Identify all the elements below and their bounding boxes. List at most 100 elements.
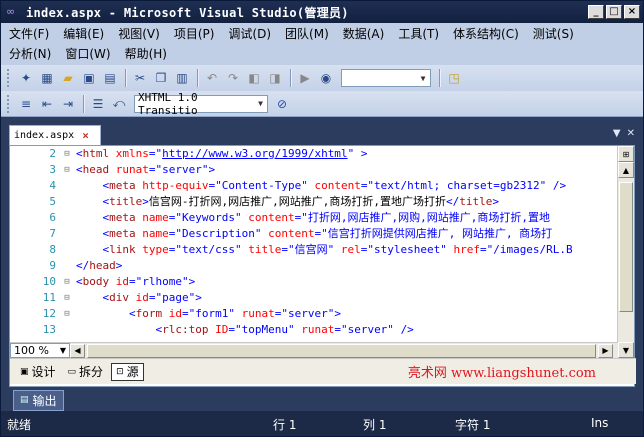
design-view-button[interactable]: ▣ 设计 (16, 363, 60, 381)
code-line[interactable]: 7 <meta name="Description" content="信宫打折… (10, 226, 618, 242)
save-all-icon[interactable]: ▤ (100, 68, 120, 88)
uncomment-icon[interactable]: ⤺ (109, 94, 129, 114)
horizontal-scroll-area: 100 % ▼ ◀ ▶ (10, 342, 618, 358)
code-line[interactable]: 9 </head> (10, 258, 618, 274)
menu-row-1: 文件(F) 编辑(E) 视图(V) 项目(P) 调试(D) 团队(M) 数据(A… (1, 23, 643, 43)
code-line[interactable]: 4 <meta http-equiv="Content-Type" conten… (10, 178, 618, 194)
start-debugging-icon[interactable]: ▶ (295, 68, 315, 88)
menu-view[interactable]: 视图(V) (118, 25, 160, 42)
code-text[interactable]: <meta name="Keywords" content="打折网,网店推广,… (72, 210, 550, 226)
code-text[interactable]: <meta http-equiv="Content-Type" content=… (72, 178, 567, 194)
fold-gutter (62, 242, 72, 258)
vertical-scrollbar[interactable]: ⊞ ▲ ▼ (617, 146, 634, 358)
menu-project[interactable]: 项目(P) (174, 25, 215, 42)
toolbar-grip[interactable] (7, 94, 11, 113)
code-text[interactable]: <html xmlns="http://www.w3.org/1999/xhtm… (72, 146, 367, 162)
code-line[interactable]: 12 ⊟ <form id="form1" runat="server"> (10, 306, 618, 322)
menu-architecture[interactable]: 体系结构(C) (453, 25, 519, 42)
line-number: 13 (42, 323, 56, 336)
paste-icon[interactable]: ▥ (172, 68, 192, 88)
source-view-button[interactable]: ⊡ 源 (111, 362, 144, 381)
scroll-down-icon[interactable]: ▼ (618, 342, 634, 358)
indent-icon[interactable]: ⇥ (58, 94, 78, 114)
scroll-up-icon[interactable]: ▲ (618, 162, 634, 178)
code-text[interactable]: <body id="rlhome"> (72, 274, 195, 290)
code-line[interactable]: 5 <title>信宫网-打折网,网店推广,网站推广,商场打折,置地广场打折</… (10, 194, 618, 210)
scroll-right-icon[interactable]: ▶ (598, 343, 613, 358)
fold-gutter (62, 226, 72, 242)
code-text[interactable]: <form id="form1" runat="server"> (72, 306, 341, 322)
tab-close-icon[interactable]: × (82, 129, 89, 142)
output-tab[interactable]: ▤ 输出 (13, 389, 64, 411)
collapse-icon[interactable]: ⊟ (62, 306, 72, 322)
code-text[interactable]: <title>信宫网-打折网,网店推广,网站推广,商场打折,置地广场打折</ti… (72, 194, 500, 210)
redo-icon[interactable]: ↷ (223, 68, 243, 88)
open-file-icon[interactable]: ▰ (58, 68, 78, 88)
code-line[interactable]: 6 <meta name="Keywords" content="打折网,网店推… (10, 210, 618, 226)
code-text[interactable]: </head> (72, 258, 122, 274)
code-line[interactable]: 3 ⊟ <head runat="server"> (10, 162, 618, 178)
close-button[interactable]: × (624, 5, 640, 19)
toolbar-separator (439, 69, 440, 87)
zoom-dropdown[interactable]: 100 % ▼ (10, 343, 70, 358)
cut-icon[interactable]: ✂ (130, 68, 150, 88)
copy-icon[interactable]: ❐ (151, 68, 171, 88)
find-in-files-icon[interactable]: ◳ (444, 68, 464, 88)
doctype-dropdown[interactable]: XHTML 1.0 Transitio ▼ (134, 91, 268, 117)
add-item-icon[interactable]: ▦ (37, 68, 57, 88)
menu-edit[interactable]: 编辑(E) (63, 25, 104, 42)
menu-debug[interactable]: 调试(D) (228, 25, 271, 42)
menu-data[interactable]: 数据(A) (343, 25, 385, 42)
new-project-icon[interactable]: ✦ (16, 68, 36, 88)
split-view-button[interactable]: ▭ 拆分 (64, 363, 108, 381)
navigate-backward-icon[interactable]: ◧ (244, 68, 264, 88)
fold-gutter (62, 322, 72, 338)
menu-window[interactable]: 窗口(W) (65, 45, 110, 62)
vertical-scroll-thumb[interactable] (619, 182, 633, 312)
menu-team[interactable]: 团队(M) (285, 25, 329, 42)
code-line[interactable]: 8 <link type="text/css" title="信宫网" rel=… (10, 242, 618, 258)
toolbar-grip[interactable] (7, 69, 11, 87)
minimize-button[interactable]: _ (588, 5, 604, 19)
code-line[interactable]: 10 ⊟ <body id="rlhome"> (10, 274, 618, 290)
menu-analyze[interactable]: 分析(N) (9, 45, 51, 62)
code-line[interactable]: 2 ⊟ <html xmlns="http://www.w3.org/1999/xh… (10, 146, 618, 162)
code-lines[interactable]: 2 ⊟ <html xmlns="http://www.w3.org/1999/xh… (10, 146, 618, 342)
code-line[interactable]: 13 <rlc:top ID="topMenu" runat="server" … (10, 322, 618, 338)
zoom-value: 100 % (14, 344, 49, 357)
code-line[interactable]: 11 ⊟ <div id="page"> (10, 290, 618, 306)
check-accessibility-icon[interactable]: ⊘ (272, 94, 292, 114)
menu-file[interactable]: 文件(F) (9, 25, 49, 42)
horizontal-scroll-track[interactable] (85, 343, 598, 358)
code-text[interactable]: <rlc:top ID="topMenu" runat="server" /> (72, 322, 413, 338)
close-document-icon[interactable]: ✕ (627, 128, 635, 139)
split-handle-icon[interactable]: ⊞ (618, 146, 634, 162)
collapse-icon[interactable]: ⊟ (62, 274, 72, 290)
code-text[interactable]: <div id="page"> (72, 290, 202, 306)
solution-config-dropdown[interactable]: ▼ (341, 69, 431, 87)
navigate-forward-icon[interactable]: ◨ (265, 68, 285, 88)
collapse-icon[interactable]: ⊟ (62, 162, 72, 178)
horizontal-scroll-thumb[interactable] (87, 343, 596, 358)
menu-test[interactable]: 测试(S) (533, 25, 574, 42)
tab-dropdown-icon[interactable]: ▼ (613, 128, 621, 139)
collapse-icon[interactable]: ⊟ (62, 290, 72, 306)
outdent-icon[interactable]: ⇤ (37, 94, 57, 114)
tab-label: index.aspx (14, 130, 75, 141)
scroll-left-icon[interactable]: ◀ (70, 343, 85, 358)
save-icon[interactable]: ▣ (79, 68, 99, 88)
undo-icon[interactable]: ↶ (202, 68, 222, 88)
tab-index-aspx[interactable]: index.aspx × (9, 125, 101, 145)
menu-help[interactable]: 帮助(H) (125, 45, 167, 62)
code-text[interactable]: <head runat="server"> (72, 162, 215, 178)
code-text[interactable]: <link type="text/css" title="信宫网" rel="s… (72, 242, 573, 258)
code-editor[interactable]: 2 ⊟ <html xmlns="http://www.w3.org/1999/xh… (9, 145, 636, 387)
comment-icon[interactable]: ≡ (16, 94, 36, 114)
fold-gutter (62, 194, 72, 210)
code-text[interactable]: <meta name="Description" content="信宫打折网提… (72, 226, 553, 242)
format-document-icon[interactable]: ☰ (88, 94, 108, 114)
maximize-button[interactable]: □ (606, 5, 622, 19)
collapse-icon[interactable]: ⊟ (62, 146, 72, 162)
attach-process-icon[interactable]: ◉ (316, 68, 336, 88)
menu-tools[interactable]: 工具(T) (398, 25, 439, 42)
